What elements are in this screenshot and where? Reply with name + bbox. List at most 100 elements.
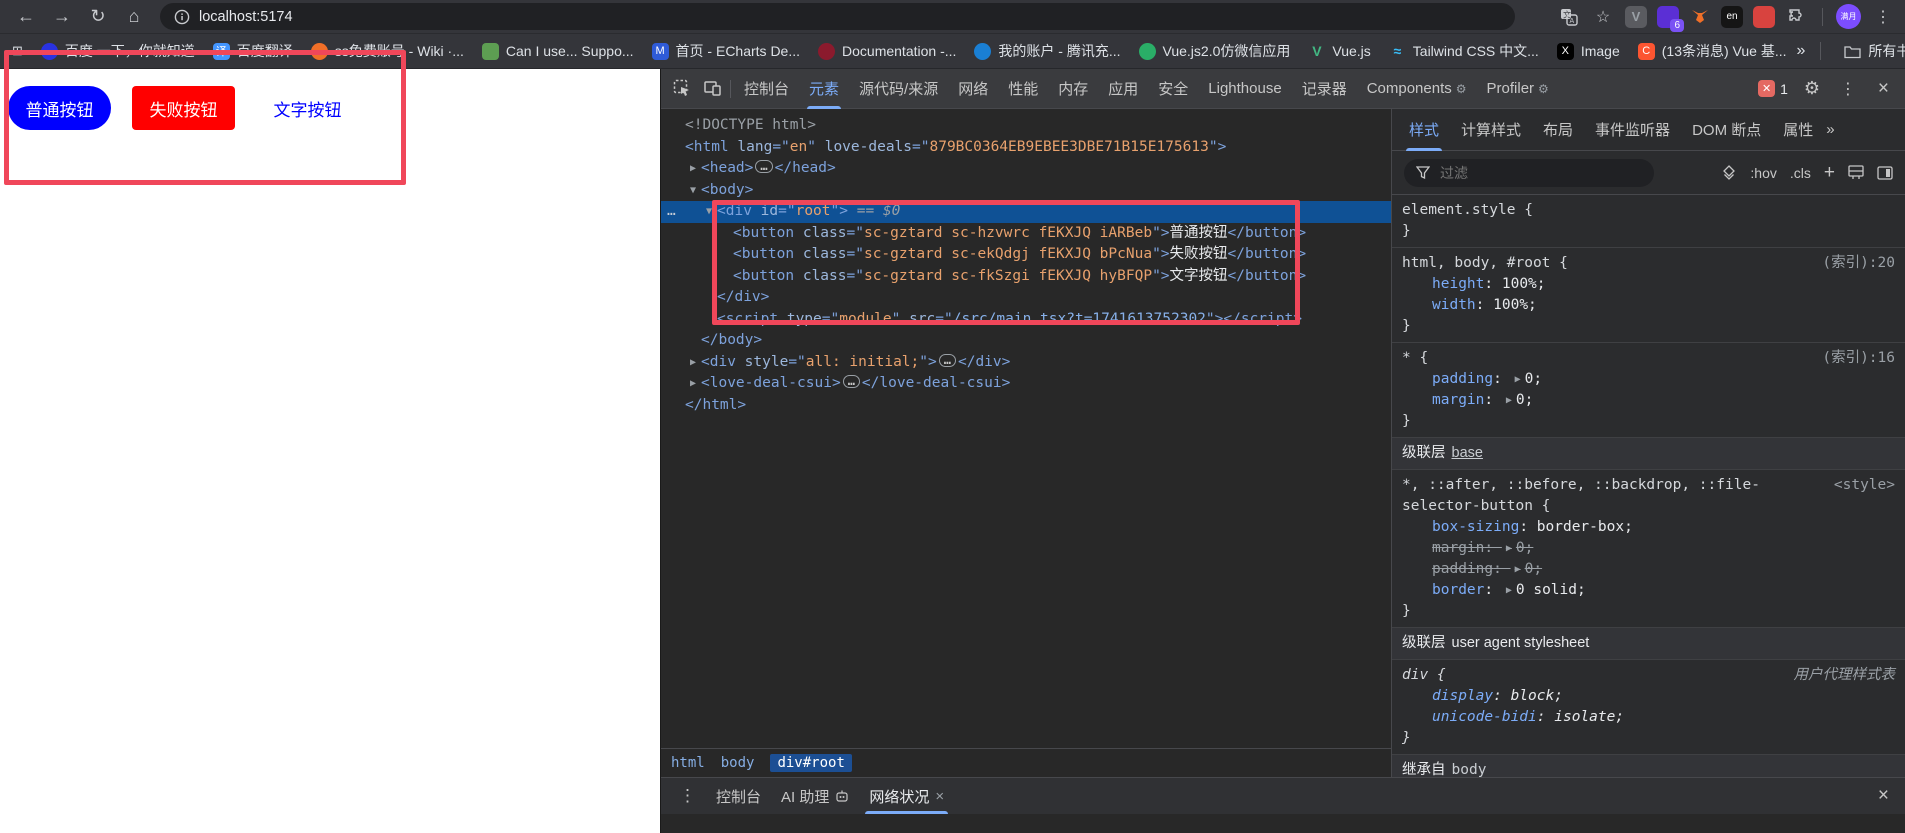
- toggle-element-state-icon[interactable]: [1721, 164, 1737, 181]
- style-rule[interactable]: (索引):16 * {padding: ▶ 0; margin: ▶ 0;}: [1392, 343, 1905, 438]
- devtools-tab-控制台[interactable]: 控制台: [734, 69, 799, 109]
- style-rule[interactable]: (索引):20 html, body, #root {height: 100%; w…: [1392, 248, 1905, 343]
- css-declaration[interactable]: width: 100%;: [1402, 295, 1895, 316]
- styles-tab-布局[interactable]: 布局: [1532, 109, 1584, 151]
- rule-source-link[interactable]: (索引):20: [1822, 253, 1895, 274]
- dom-node[interactable]: ▼ <body>: [661, 180, 1391, 202]
- devtools-tab-记录器[interactable]: 记录器: [1292, 69, 1357, 109]
- vue-devtools-ext-icon[interactable]: V: [1625, 5, 1647, 28]
- css-declaration[interactable]: margin: ▶ 0;: [1402, 390, 1895, 411]
- new-style-rule-button[interactable]: +: [1824, 162, 1835, 184]
- bookmark-item[interactable]: 译百度翻译: [205, 38, 301, 64]
- breadcrumb-body[interactable]: body: [721, 755, 755, 771]
- purple-ext-icon[interactable]: 6: [1657, 5, 1684, 32]
- dom-node[interactable]: <!DOCTYPE html>: [661, 115, 1391, 137]
- drawer-tab-close-icon[interactable]: ×: [935, 788, 944, 805]
- style-rule[interactable]: element.style {}: [1392, 195, 1905, 248]
- devtools-tab-性能[interactable]: 性能: [998, 69, 1048, 109]
- browser-menu-icon[interactable]: ⋮: [1871, 5, 1895, 29]
- styles-tab-属性[interactable]: 属性: [1772, 109, 1824, 151]
- devtools-tab-Components[interactable]: Components ⚙: [1357, 69, 1477, 109]
- styles-tab-DOM 断点[interactable]: DOM 断点: [1681, 109, 1772, 151]
- forward-button[interactable]: →: [46, 3, 78, 31]
- css-declaration[interactable]: padding: ▶ 0;: [1402, 369, 1895, 390]
- dom-node[interactable]: ▶ <love-deal-csui>… </love-deal-csui>: [661, 373, 1391, 395]
- bookmark-item[interactable]: 我的账户 - 腾讯充...: [966, 38, 1128, 64]
- layer-header-link[interactable]: base: [1452, 445, 1483, 461]
- styles-filter-input[interactable]: [1438, 163, 1608, 182]
- styles-tabs-overflow-chevron[interactable]: »: [1826, 121, 1834, 138]
- breadcrumb-div#root[interactable]: div#root: [770, 754, 852, 772]
- bookmark-item[interactable]: Can I use... Suppo...: [474, 40, 642, 63]
- device-toolbar-icon[interactable]: [697, 74, 727, 104]
- devtools-tab-元素[interactable]: 元素: [799, 69, 849, 109]
- all-bookmarks-button[interactable]: 所有书签: [1836, 38, 1905, 64]
- styles-tab-样式[interactable]: 样式: [1398, 109, 1450, 151]
- bookmark-item[interactable]: X Image: [1549, 40, 1628, 63]
- dom-node[interactable]: <button class="sc-gztard sc-fkSzgi fEKXJ…: [661, 266, 1391, 288]
- dom-node-selected[interactable]: … ▼ <div id="root"> == $0: [661, 201, 1391, 223]
- devtools-tab-应用[interactable]: 应用: [1098, 69, 1148, 109]
- bookmark-item[interactable]: M 首页 - ECharts De...: [644, 38, 808, 64]
- inline-expand-button[interactable]: …: [938, 353, 956, 367]
- css-declaration[interactable]: border: ▶ 0 solid;: [1402, 580, 1895, 601]
- translate-icon[interactable]: 文A: [1557, 5, 1581, 29]
- devtools-settings-gear-icon[interactable]: ⚙: [1800, 77, 1824, 101]
- dom-node[interactable]: <button class="sc-gztard sc-ekQdgj fEKXJ…: [661, 244, 1391, 266]
- pseudo-state-button[interactable]: :hov: [1750, 165, 1776, 181]
- computed-styles-icon[interactable]: [1848, 164, 1864, 181]
- bookmark-item[interactable]: Documentation -...: [810, 40, 964, 63]
- devtools-tab-源代码/来源[interactable]: 源代码/来源: [849, 69, 948, 109]
- site-info-icon[interactable]: [174, 9, 190, 25]
- expand-arrow-open-icon[interactable]: ▼: [685, 180, 701, 202]
- expand-arrow-closed-icon[interactable]: ▶: [685, 158, 701, 180]
- devtools-menu-icon[interactable]: ⋮: [1836, 77, 1860, 101]
- breadcrumb-html[interactable]: html: [671, 755, 705, 771]
- en-ext-icon[interactable]: en: [1721, 5, 1743, 28]
- expand-arrow-closed-icon[interactable]: ▶: [685, 352, 701, 374]
- inline-expand-button[interactable]: …: [842, 375, 860, 388]
- red-ext-icon[interactable]: [1753, 5, 1775, 28]
- bookmark-item[interactable]: Vue.js2.0仿微信应用: [1131, 38, 1299, 64]
- dom-node[interactable]: </html>: [661, 395, 1391, 417]
- style-rule[interactable]: <style> *, ::after, ::before, ::backdrop,…: [1392, 470, 1905, 628]
- devtools-tab-安全[interactable]: 安全: [1148, 69, 1198, 109]
- extensions-puzzle-icon[interactable]: [1785, 5, 1809, 29]
- css-declaration[interactable]: height: 100%;: [1402, 274, 1895, 295]
- styles-tab-计算样式[interactable]: 计算样式: [1450, 109, 1532, 151]
- drawer-close-button[interactable]: ×: [1872, 785, 1895, 807]
- inline-expand-button[interactable]: …: [755, 160, 773, 173]
- devtools-tab-Lighthouse[interactable]: Lighthouse: [1198, 69, 1291, 109]
- css-declaration[interactable]: box-sizing: border-box;: [1402, 517, 1895, 538]
- devtools-tab-Profiler[interactable]: Profiler ⚙: [1477, 69, 1559, 109]
- demo-button[interactable]: 失败按钮: [132, 86, 235, 130]
- css-declaration[interactable]: display: block;: [1402, 686, 1895, 707]
- css-declaration[interactable]: margin: ▶ 0;: [1402, 538, 1895, 559]
- rule-source-link[interactable]: (索引):16: [1822, 348, 1895, 369]
- bookmark-item[interactable]: 百度 一下，你就知道: [33, 38, 203, 64]
- sidebar-layout-toggle-icon[interactable]: [1877, 165, 1893, 181]
- back-button[interactable]: ←: [10, 3, 42, 31]
- home-button[interactable]: ⌂: [118, 3, 150, 31]
- drawer-tab-AI 助理[interactable]: AI 助理: [771, 778, 859, 814]
- reload-button[interactable]: ↻: [82, 3, 114, 31]
- dom-node[interactable]: <script type="module" src="/src/main.tsx…: [661, 309, 1391, 331]
- demo-button[interactable]: 文字按钮: [256, 86, 359, 130]
- drawer-menu-icon[interactable]: ⋮: [671, 786, 704, 806]
- dom-node[interactable]: </div>: [661, 287, 1391, 309]
- devtools-tab-网络[interactable]: 网络: [948, 69, 998, 109]
- css-declaration[interactable]: unicode-bidi: isolate;: [1402, 707, 1895, 728]
- dom-node[interactable]: ▶ <head>… </head>: [661, 158, 1391, 180]
- rule-source-link[interactable]: 用户代理样式表: [1794, 665, 1896, 686]
- devtools-close-button[interactable]: ×: [1872, 78, 1895, 100]
- demo-button[interactable]: 普通按钮: [8, 86, 111, 130]
- address-bar[interactable]: localhost:5174: [160, 3, 1515, 30]
- dom-node[interactable]: <button class="sc-gztard sc-hzvwrc fEKXJ…: [661, 223, 1391, 245]
- expand-arrow-open-icon[interactable]: ▼: [701, 201, 717, 223]
- drawer-tab-控制台[interactable]: 控制台: [706, 778, 771, 814]
- bookmark-item[interactable]: C (13条消息) Vue 基...: [1630, 38, 1795, 64]
- tab-groups-icon[interactable]: ⊞: [12, 39, 23, 63]
- styles-filter-box[interactable]: [1404, 158, 1654, 187]
- element-classes-button[interactable]: .cls: [1790, 165, 1811, 181]
- metamask-fox-icon[interactable]: [1689, 6, 1711, 28]
